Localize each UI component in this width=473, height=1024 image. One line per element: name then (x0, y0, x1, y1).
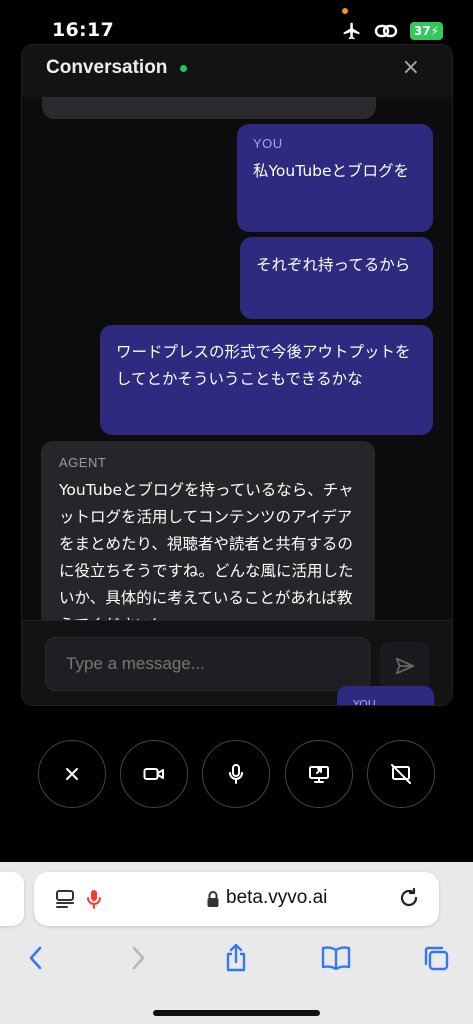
microphone-icon (229, 764, 243, 784)
share-icon (226, 943, 246, 972)
recording-mic-icon[interactable] (86, 887, 102, 911)
close-call-icon (66, 768, 78, 780)
end-call-button[interactable] (38, 740, 106, 808)
previous-message-stub (42, 97, 376, 119)
previous-tab[interactable] (0, 872, 24, 926)
screen-share-button[interactable] (285, 740, 353, 808)
airplane-mode-icon (343, 22, 360, 40)
message-text: 私YouTubeとブログを (253, 162, 410, 180)
sender-label: YOU (253, 136, 283, 151)
camera-button[interactable] (120, 740, 188, 808)
conversation-panel: Conversation × YOU 私YouTubeとブログを それぞれ持って… (21, 44, 453, 706)
message-list[interactable]: YOU 私YouTubeとブログを それぞれ持ってるから ワードプレスの形式で今… (22, 97, 452, 657)
browser-toolbar (0, 938, 473, 978)
tabs-button[interactable] (416, 938, 456, 978)
battery-level: 37 (413, 24, 431, 38)
privacy-indicator (342, 8, 348, 14)
user-message: YOU 私YouTubeとブログを (237, 124, 433, 232)
user-message: ワードプレスの形式で今後アウトプットをしてとかそういうこともできるかな (100, 325, 433, 435)
user-message: それぞれ持ってるから (240, 237, 433, 319)
battery-icon: 37⚡ (409, 22, 443, 40)
browser-chrome: beta.vyvo.ai (0, 862, 473, 1024)
url-text: beta.vyvo.ai (226, 887, 328, 908)
page-menu-icon[interactable] (54, 888, 76, 910)
close-panel-button[interactable]: × (402, 55, 420, 80)
home-indicator (153, 1010, 320, 1016)
bookmarks-button[interactable] (316, 938, 356, 978)
sender-label: YOU (353, 698, 376, 706)
reload-icon[interactable] (397, 886, 421, 910)
message-text: ワードプレスの形式で今後アウトプットをしてとかそういうこともできるかな (116, 343, 411, 388)
online-status-dot (180, 65, 187, 72)
lock-icon (207, 891, 219, 907)
call-controls (0, 740, 473, 810)
message-text: それぞれ持ってるから (256, 256, 411, 274)
message-text: YouTubeとブログを持っているなら、チャットログを活用してコンテンツのアイデ… (59, 481, 354, 634)
chevron-left-icon (29, 946, 42, 970)
sender-label: AGENT (59, 455, 107, 470)
message-input[interactable] (45, 637, 370, 691)
panel-header: Conversation × (22, 45, 452, 97)
forward-button[interactable] (118, 938, 158, 978)
clock: 16:17 (52, 19, 114, 41)
send-icon (395, 657, 415, 674)
share-button[interactable] (216, 938, 256, 978)
tabs-icon (424, 946, 449, 971)
screen-share-icon (309, 766, 329, 783)
send-button[interactable] (380, 642, 430, 689)
book-icon (321, 946, 351, 971)
chevron-right-icon (132, 946, 145, 970)
panel-title: Conversation (46, 57, 168, 78)
user-message-peek: YOU (337, 686, 434, 706)
microphone-button[interactable] (202, 740, 270, 808)
back-button[interactable] (16, 938, 56, 978)
link-icon (374, 24, 398, 38)
camera-icon (143, 768, 164, 780)
address-bar[interactable]: beta.vyvo.ai (34, 872, 439, 926)
screen-share-off-icon (391, 764, 411, 784)
screen-share-off-button[interactable] (367, 740, 435, 808)
